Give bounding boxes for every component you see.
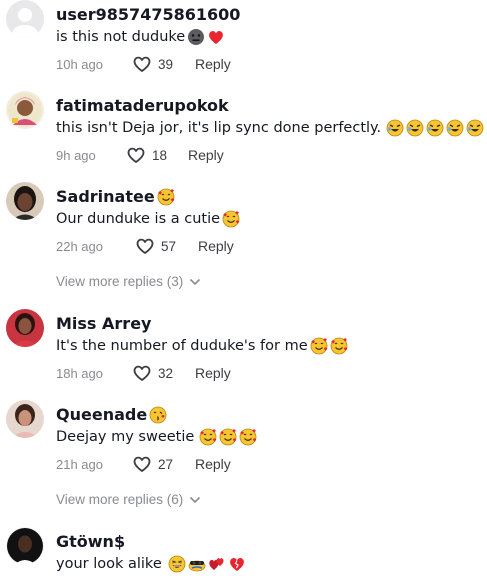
smiling-hearts-icon [222,210,240,228]
reply-button[interactable]: Reply [195,365,231,381]
avatar[interactable] [6,309,44,347]
smiling-hearts-icon [219,428,237,446]
like-count: 18 [152,147,168,163]
comment-item: fatimataderupokok this isn't Deja jor, i… [0,91,487,176]
comment-meta: 9h ago 18 Reply [56,146,456,166]
comment-time: 18h ago [56,366,103,381]
comment-username[interactable]: Queenade [56,405,167,424]
smiling-hearts-icon [239,428,257,446]
comment-time: 10h ago [56,57,103,72]
view-more-replies[interactable]: View more replies (6) [56,492,201,507]
heart-outline-icon [127,147,145,163]
comment-text: It's the number of duduke's for me [56,337,348,355]
comment-username[interactable]: Sadrinatee [56,187,175,206]
comment-time: 21h ago [56,457,103,472]
rolling-laughing-icon [386,119,404,137]
rolling-laughing-icon [466,119,484,137]
rolling-laughing-icon [426,119,444,137]
disguise-face-icon [188,555,206,573]
reply-button[interactable]: Reply [188,147,224,163]
smiling-hearts-icon [157,188,175,206]
comment-username[interactable]: Miss Arrey [56,314,151,333]
like-button[interactable]: 57 [135,237,176,255]
comment-item: Sadrinatee Our dunduke is a cutie 22h ag… [0,182,487,297]
comment-meta: 21h ago 27 Reply [56,455,456,475]
comment-item: Queenade Deejay my sweetie 21h ago 27 Re… [0,400,487,515]
smiling-hearts-icon [310,337,328,355]
like-button[interactable]: 18 [126,146,167,164]
comment-time: 22h ago [56,239,103,254]
smiling-hearts-icon [330,337,348,355]
heart-outline-icon [133,456,151,472]
comment-meta: 18h ago 32 Reply [56,364,456,384]
comment-item: Gtöwn$ your look alike [0,527,487,576]
emoji-row [384,119,484,137]
like-count: 32 [158,365,174,381]
emoji-row [197,428,257,446]
broken-heart-icon [228,555,246,573]
like-button[interactable]: 27 [132,455,173,473]
grinning-squint-icon [168,555,186,573]
avatar[interactable] [6,400,44,438]
red-hearts-icon [208,555,226,573]
red-heart-icon [207,28,225,46]
heart-outline-icon [133,365,151,381]
chevron-down-icon [190,496,201,503]
comment-item: user9857475861600 is this not duduke 10h… [0,0,487,85]
avatar[interactable] [6,91,44,129]
neutral-face-icon [187,28,205,46]
comment-text: this isn't Deja jor, it's lip sync done … [56,119,484,137]
like-button[interactable]: 32 [132,364,173,382]
comment-username[interactable]: fatimataderupokok [56,96,229,115]
smiling-hearts-icon [199,428,217,446]
heart-outline-icon [136,238,154,254]
comment-username[interactable]: user9857475861600 [56,5,240,24]
comment-username[interactable]: Gtöwn$ [56,532,125,551]
comment-time: 9h ago [56,148,96,163]
avatar[interactable] [6,0,44,38]
reply-button[interactable]: Reply [198,238,234,254]
like-count: 57 [161,238,177,254]
kissing-face-icon [149,406,167,424]
comment-text: is this not duduke [56,28,225,46]
comment-meta: 22h ago 57 Reply [56,237,456,257]
like-count: 27 [158,456,174,472]
emoji-row [166,555,246,573]
reply-button[interactable]: Reply [195,56,231,72]
heart-outline-icon [133,56,151,72]
chevron-down-icon [190,278,201,285]
comment-text: Our dunduke is a cutie [56,210,240,228]
comment-text: Deejay my sweetie [56,428,257,446]
comment-item: Miss Arrey It's the number of duduke's f… [0,309,487,394]
comment-text: your look alike [56,555,246,573]
rolling-laughing-icon [406,119,424,137]
comment-meta: 10h ago 39 Reply [56,55,456,75]
avatar[interactable] [6,527,44,565]
rolling-laughing-icon [446,119,464,137]
like-count: 39 [158,56,174,72]
view-more-replies[interactable]: View more replies (3) [56,274,201,289]
avatar[interactable] [6,182,44,220]
reply-button[interactable]: Reply [195,456,231,472]
like-button[interactable]: 39 [132,55,173,73]
